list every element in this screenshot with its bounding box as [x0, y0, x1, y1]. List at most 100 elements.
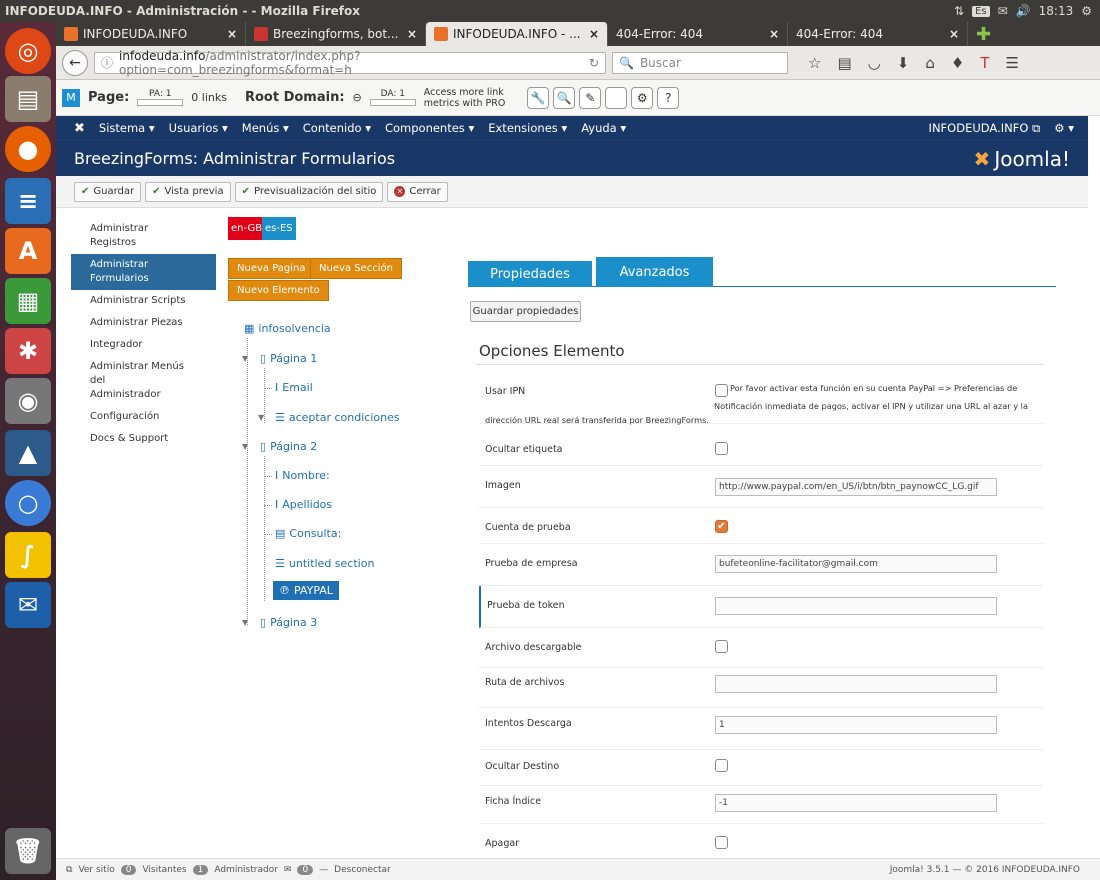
preview-button[interactable]: ✔ Vista previa [145, 181, 231, 202]
home-icon[interactable]: ⌂ [925, 54, 935, 72]
search-bar[interactable]: 🔍 Buscar [612, 51, 788, 74]
lang-es-button[interactable]: es-ES [262, 217, 296, 240]
python-icon[interactable]: ∫ [5, 532, 51, 578]
close-tab-icon[interactable]: × [227, 27, 237, 41]
sidebar-item-docs[interactable]: Docs & Support [71, 428, 216, 450]
tree-page-3[interactable]: ▯ Página 3 [260, 616, 317, 629]
new-element-button[interactable]: Nuevo Elemento [228, 280, 329, 301]
tab-404-b[interactable]: 404-Error: 404 × [788, 22, 968, 46]
menu-ayuda[interactable]: Ayuda ▾ [574, 121, 633, 135]
pocket-icon[interactable]: ◡ [868, 54, 881, 72]
gimp-icon[interactable]: ◉ [5, 378, 51, 424]
download-file-checkbox[interactable] [715, 640, 728, 653]
help-icon[interactable]: ? [657, 86, 680, 109]
turn-off-checkbox[interactable] [715, 836, 728, 849]
image-url-input[interactable] [715, 478, 997, 496]
sidebar-item-piezas[interactable]: Administrar Piezas [71, 312, 216, 334]
trash-icon[interactable]: 🗑 [5, 828, 51, 874]
test-business-input[interactable] [715, 555, 997, 573]
file-path-input[interactable] [715, 675, 997, 693]
collapse-arrow-icon[interactable]: ▼ [242, 442, 248, 451]
download-tries-input[interactable] [715, 716, 997, 734]
tree-section-terms[interactable]: ☰ aceptar condiciones [275, 411, 400, 424]
lang-en-button[interactable]: en-GB [228, 217, 266, 240]
tree-field-nombre[interactable]: Ⅰ Nombre: [275, 469, 330, 482]
access-pro-link[interactable]: Access more link metrics with PRO [424, 87, 506, 109]
reading-list-icon[interactable]: ▤ [837, 54, 851, 72]
ticket-index-input[interactable] [715, 794, 997, 812]
settings-icon[interactable]: ✱ [5, 328, 51, 374]
mail-icon[interactable]: ✉ [998, 4, 1008, 18]
files-icon[interactable]: ▤ [5, 76, 51, 122]
view-site-link[interactable]: Ver sitio [78, 865, 114, 875]
save-button[interactable]: ✔ Guardar [74, 181, 142, 202]
new-section-button[interactable]: Nueva Sección [310, 258, 402, 279]
url-bar[interactable]: ⓘ infodeuda.info/administrator/index.php… [94, 49, 606, 77]
sidebar-item-integrador[interactable]: Integrador [71, 334, 216, 356]
pencil-icon[interactable]: ✎ [579, 86, 602, 109]
sidebar-item-registros[interactable]: Administrar Registros [71, 218, 216, 254]
network-icon[interactable]: ⇅ [954, 4, 964, 18]
blank-icon[interactable] [605, 86, 628, 109]
volume-icon[interactable]: 🔊 [1016, 4, 1031, 18]
collapse-arrow-icon[interactable]: ▼ [258, 413, 264, 422]
magnifier-icon[interactable]: 🔍 [553, 86, 576, 109]
chevron-down-icon[interactable]: ⊖ [353, 91, 362, 104]
tree-field-email[interactable]: Ⅰ Email [275, 381, 313, 394]
new-tab-icon[interactable]: ✚ [968, 22, 998, 46]
thunderbird-icon[interactable]: ✉ [5, 582, 51, 628]
close-tab-icon[interactable]: × [949, 27, 959, 41]
logout-link[interactable]: Desconectar [334, 865, 391, 875]
sidebar-item-configuracion[interactable]: Configuración [71, 406, 216, 428]
tab-infodeuda-active[interactable]: INFODEUDA.INFO - ... × [426, 22, 608, 46]
hide-target-checkbox[interactable] [715, 759, 728, 772]
tree-root-form[interactable]: ▦ infosolvencia [244, 322, 331, 335]
menu-componentes[interactable]: Componentes ▾ [378, 121, 481, 135]
back-icon[interactable]: ← [62, 49, 88, 76]
menu-menus[interactable]: Menús ▾ [235, 121, 296, 135]
tree-field-consulta[interactable]: ▤ Consulta: [275, 527, 341, 540]
sidebar-item-scripts[interactable]: Administrar Scripts [71, 290, 216, 312]
tree-field-apellidos[interactable]: Ⅰ Apellidos [275, 498, 332, 511]
test-token-input[interactable] [715, 597, 997, 615]
calc-icon[interactable]: ▦ [5, 278, 51, 324]
text-addon-icon[interactable]: T [980, 54, 989, 72]
inkscape-icon[interactable]: ▲ [5, 430, 51, 476]
close-tab-icon[interactable]: × [407, 27, 417, 41]
clock[interactable]: 18:13 [1039, 4, 1074, 18]
download-icon[interactable]: ⬇ [897, 54, 910, 72]
close-tab-icon[interactable]: × [589, 27, 599, 41]
addon-icon[interactable]: ♦ [951, 54, 964, 72]
tree-page-1[interactable]: ▯ Página 1 [260, 352, 317, 365]
menu-icon[interactable]: ☰ [1005, 54, 1018, 72]
site-link[interactable]: INFODEUDA.INFO ⧉ [922, 121, 1048, 136]
gear-menu-icon[interactable]: ⚙ ▾ [1047, 121, 1088, 135]
wrench-icon[interactable]: 🔧 [527, 86, 550, 109]
tab-404-a[interactable]: 404-Error: 404 × [608, 22, 788, 46]
save-properties-button[interactable]: Guardar propiedades [470, 301, 581, 322]
info-icon[interactable]: ⓘ [101, 54, 113, 71]
collapse-arrow-icon[interactable]: ▼ [242, 618, 248, 627]
menu-sistema[interactable]: Sistema ▾ [92, 121, 162, 135]
close-tab-icon[interactable]: × [769, 27, 779, 41]
sidebar-item-menus[interactable]: Administrar Menús del [71, 356, 216, 388]
close-button[interactable]: ✕ Cerrar [387, 181, 448, 202]
sidebar-item-formularios[interactable]: Administrar Formularios [71, 254, 216, 290]
tab-infodeuda[interactable]: INFODEUDA.INFO × [56, 22, 246, 46]
joomla-logo-icon[interactable]: ✖ [56, 121, 92, 136]
menu-contenido[interactable]: Contenido ▾ [296, 121, 378, 135]
site-preview-button[interactable]: ✔ Previsualización del sitio [234, 181, 384, 202]
gear-icon[interactable]: ⚙ [631, 86, 654, 109]
keyboard-layout[interactable]: Es [972, 5, 990, 17]
tree-section-untitled[interactable]: ☰ untitled section [275, 557, 374, 570]
bookmark-star-icon[interactable]: ☆ [808, 54, 821, 72]
writer-icon[interactable]: ≡ [5, 178, 51, 224]
tree-page-2[interactable]: ▯ Página 2 [260, 440, 317, 453]
ubuntu-icon[interactable]: ◎ [5, 28, 51, 74]
new-page-button[interactable]: Nueva Pagina [228, 258, 315, 279]
tree-element-paypal[interactable]: ℗ PAYPAL [273, 581, 339, 600]
menu-usuarios[interactable]: Usuarios ▾ [162, 121, 235, 135]
reload-icon[interactable]: ↻ [589, 56, 599, 70]
software-center-icon[interactable]: A [5, 228, 51, 274]
settings-gear-icon[interactable]: ⚙ [1081, 4, 1092, 18]
